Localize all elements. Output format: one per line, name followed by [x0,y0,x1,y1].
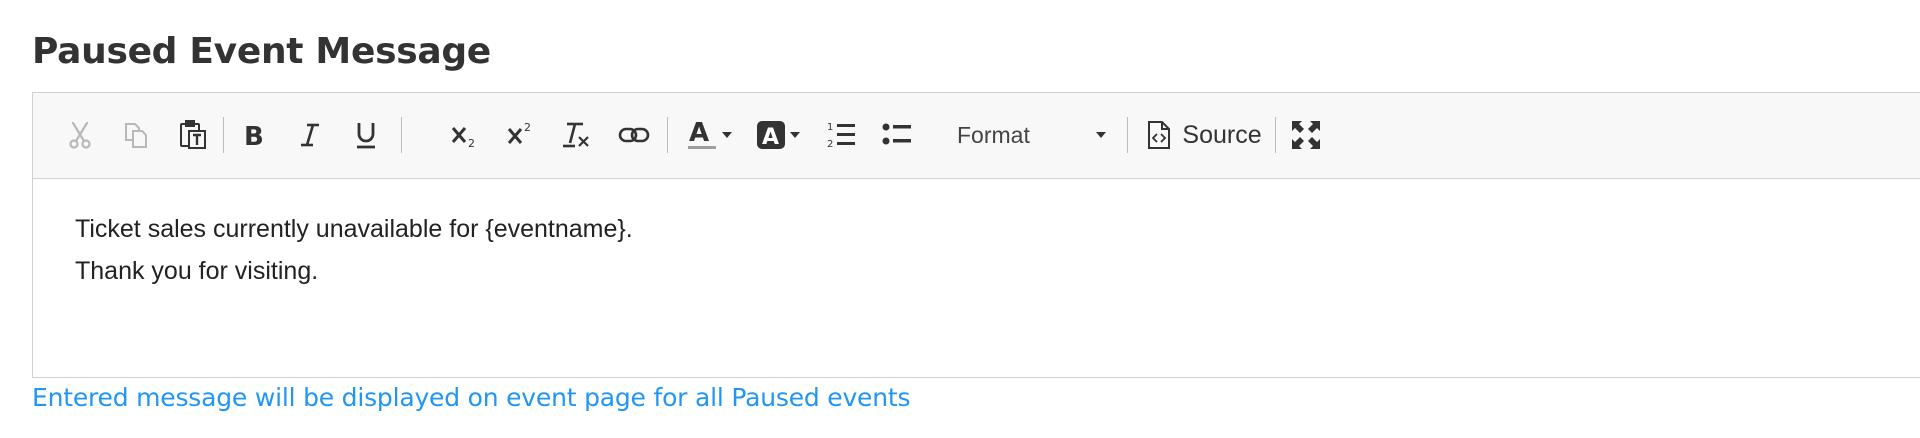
paste-as-text-button[interactable] [171,116,215,154]
format-dropdown[interactable]: Format [923,116,1113,154]
source-button-label: Source [1182,120,1262,149]
remove-format-button[interactable] [555,116,599,154]
svg-text:B: B [244,122,264,149]
bold-icon: B [244,122,264,149]
svg-text:A: A [689,119,709,148]
numbered-list-icon: 1 2 [827,122,855,150]
numbered-list-button[interactable]: 1 2 [819,116,863,154]
italic-button[interactable] [289,116,331,154]
link-button[interactable] [611,116,657,154]
underline-button[interactable] [345,116,387,154]
editor-toolbar: B 2 2 A A 1 2 Format Source [33,93,1920,179]
chevron-down-icon [722,132,732,138]
chevron-down-icon [790,132,800,138]
bold-button[interactable]: B [233,116,275,154]
svg-text:2: 2 [468,137,475,149]
toolbar-separator [223,117,224,153]
italic-icon [301,123,319,147]
copy-button[interactable] [115,116,157,154]
link-icon [618,127,650,143]
maximize-button[interactable] [1285,116,1327,154]
copy-icon [125,123,147,148]
svg-text:A: A [762,125,779,150]
cut-button[interactable] [59,116,101,154]
rich-text-editor: B 2 2 A A 1 2 Format Source Ticket sales… [32,92,1920,378]
subscript-button[interactable]: 2 [443,116,487,154]
svg-text:1: 1 [827,122,833,133]
content-line: Thank you for visiting. [75,257,319,285]
toolbar-separator [1275,117,1276,153]
source-button[interactable]: Source [1143,116,1265,154]
helper-text: Entered message will be displayed on eve… [32,383,911,412]
toolbar-separator [401,117,402,153]
text-color-icon: A [688,119,716,149]
background-color-button[interactable]: A [749,116,807,154]
scissors-icon [69,121,91,149]
page: Paused Event Message B 2 2 A A 1 2 Forma… [0,0,1920,438]
source-icon [1148,121,1171,149]
maximize-icon [1292,121,1320,149]
bulleted-list-button[interactable] [875,116,919,154]
format-dropdown-label: Format [957,121,1030,148]
toolbar-separator [1127,117,1128,153]
remove-format-icon [563,122,589,148]
background-color-icon: A [757,121,785,150]
underline-icon [357,123,375,149]
subscript-icon: 2 [451,127,475,149]
content-line: Ticket sales currently unavailable for {… [75,215,633,243]
svg-text:2: 2 [827,139,833,150]
text-color-button[interactable]: A [681,116,737,154]
chevron-down-icon [1096,132,1106,138]
paste-text-icon [180,120,206,149]
superscript-button[interactable]: 2 [499,116,543,154]
svg-text:2: 2 [524,121,531,134]
toolbar-separator [667,117,668,153]
bulleted-list-icon [882,123,911,145]
editor-content-area[interactable]: Ticket sales currently unavailable for {… [33,179,1920,377]
page-title: Paused Event Message [32,31,491,72]
superscript-icon: 2 [507,121,531,144]
